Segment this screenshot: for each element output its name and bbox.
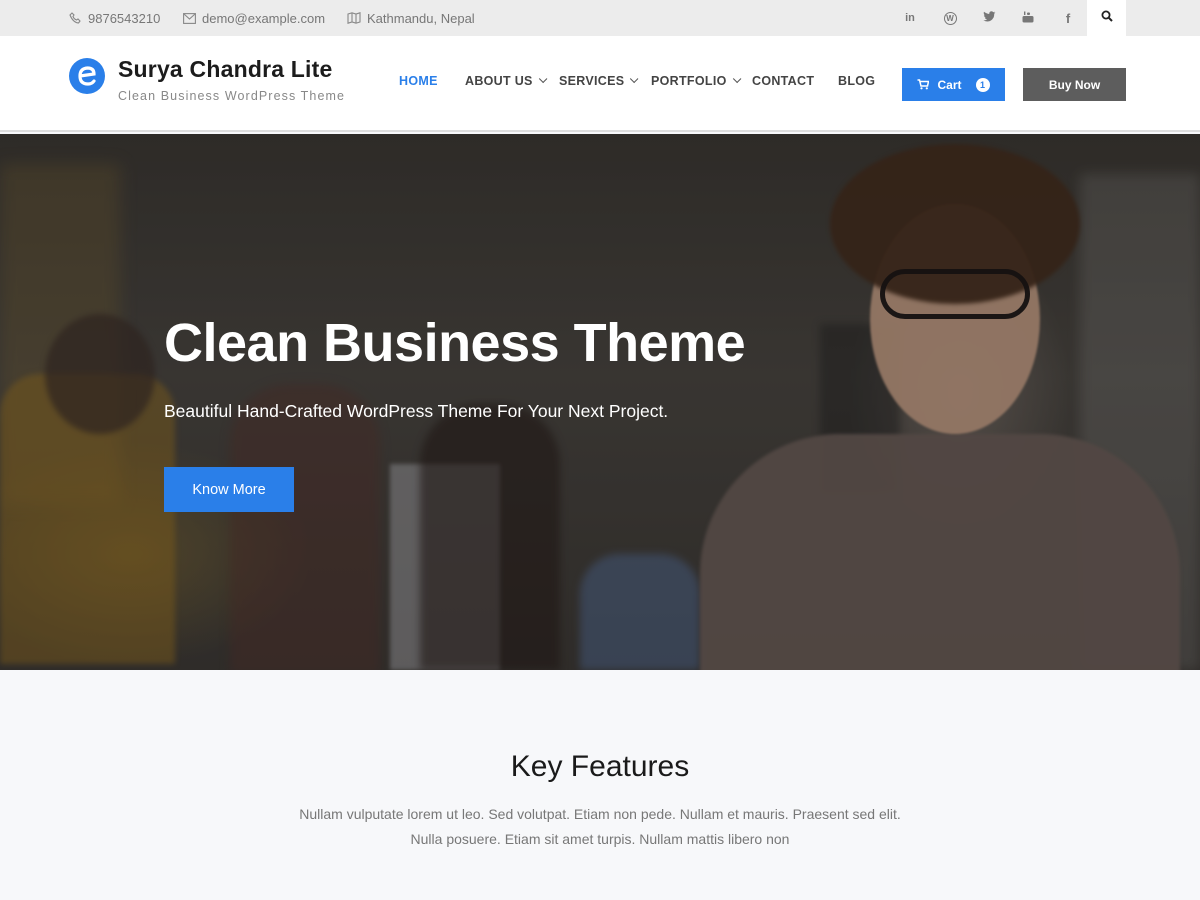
features-text-line: Nullam vulputate lorem ut leo. Sed volut… xyxy=(299,806,901,822)
cart-count-badge: 1 xyxy=(975,77,990,92)
nav-item-label: ABOUT US xyxy=(465,74,533,88)
know-more-button[interactable]: Know More xyxy=(164,467,294,512)
nav-item-label: SERVICES xyxy=(559,74,625,88)
search-icon xyxy=(1101,9,1113,27)
nav-item-label: BLOG xyxy=(838,74,876,88)
features-text-line: Nulla posuere. Etiam sit amet turpis. Nu… xyxy=(410,831,790,847)
nav-item-blog[interactable]: BLOG xyxy=(838,74,875,88)
nav-item-portfolio[interactable]: PORTFOLIO xyxy=(651,74,741,88)
nav-item-contact[interactable]: CONTACT xyxy=(752,74,814,88)
features-title: Key Features xyxy=(510,750,690,783)
hero-title: Clean Business Theme xyxy=(164,313,746,373)
chevron-down-icon xyxy=(732,74,741,84)
email-contact[interactable]: demo@example.com xyxy=(182,0,325,36)
nav-item-label: PORTFOLIO xyxy=(651,74,727,88)
facebook-link[interactable]: f xyxy=(1049,0,1087,36)
features-description: Nullam vulputate lorem ut leo. Sed volut… xyxy=(0,802,1200,852)
cart-icon xyxy=(917,79,930,90)
location-contact[interactable]: Kathmandu, Nepal xyxy=(347,0,475,36)
twitter-link[interactable] xyxy=(970,0,1008,36)
search-button[interactable] xyxy=(1087,0,1126,36)
site-tagline: Clean Business WordPress Theme xyxy=(118,89,346,103)
site-header: Surya Chandra Lite Clean Business WordPr… xyxy=(0,36,1200,132)
chevron-down-icon xyxy=(630,74,639,84)
buy-now-button[interactable]: Buy Now xyxy=(1023,68,1126,101)
linkedin-icon: in xyxy=(905,12,915,24)
map-icon xyxy=(347,11,361,25)
envelope-icon xyxy=(182,11,196,25)
top-bar: 9876543210 demo@example.com Kathmandu, N… xyxy=(0,0,1200,36)
phone-contact[interactable]: 9876543210 xyxy=(68,0,160,36)
nav-item-home[interactable]: HOME xyxy=(399,74,438,88)
hero-banner: Clean Business Theme Beautiful Hand-Craf… xyxy=(0,134,1200,670)
wordpress-icon: W xyxy=(943,11,957,25)
site-title[interactable]: Surya Chandra Lite xyxy=(118,56,333,83)
nav-item-label: HOME xyxy=(399,74,438,88)
wordpress-link[interactable]: W xyxy=(931,0,969,36)
nav-item-about-us[interactable]: ABOUT US xyxy=(465,74,548,88)
chevron-down-icon xyxy=(538,74,548,84)
nav-item-label: CONTACT xyxy=(752,74,815,88)
location-text: Kathmandu, Nepal xyxy=(367,10,475,26)
phone-number: 9876543210 xyxy=(88,10,161,26)
linkedin-link[interactable]: in xyxy=(891,0,929,36)
email-address: demo@example.com xyxy=(202,10,326,26)
cart-button[interactable]: Cart 1 xyxy=(902,68,1005,101)
logo-icon[interactable] xyxy=(69,58,105,94)
facebook-icon: f xyxy=(1065,10,1071,26)
youtube-link[interactable] xyxy=(1009,0,1047,36)
phone-icon xyxy=(68,11,82,25)
cart-label: Cart xyxy=(937,77,962,92)
twitter-icon xyxy=(982,11,996,25)
hero-subtitle: Beautiful Hand-Crafted WordPress Theme F… xyxy=(164,401,669,421)
nav-item-services[interactable]: SERVICES xyxy=(559,74,639,88)
youtube-icon xyxy=(1022,11,1034,26)
